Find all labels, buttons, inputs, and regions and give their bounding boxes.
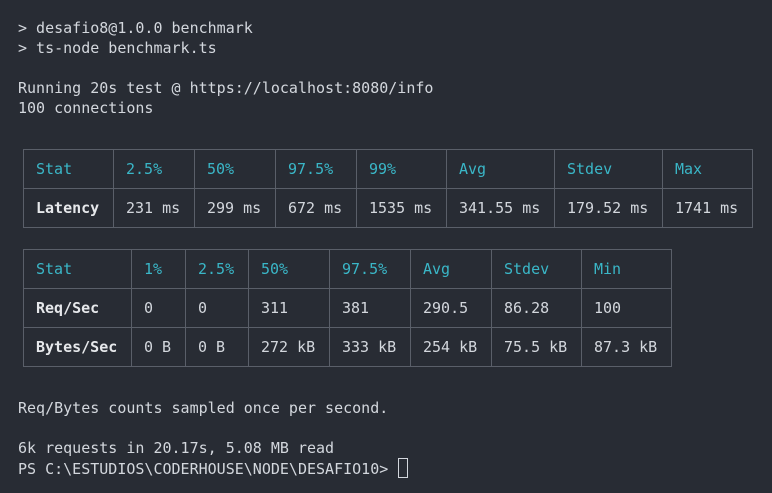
row-label: Latency — [23, 188, 114, 228]
npm-script-line: > desafio8@1.0.0 benchmark — [18, 19, 253, 37]
header-cell: Stdev — [491, 249, 582, 289]
test-info-line: Running 20s test @ https://localhost:808… — [18, 79, 434, 97]
table-cell: 311 — [248, 288, 330, 328]
table-cell: 672 ms — [275, 188, 357, 228]
table-cell: 341.55 ms — [446, 188, 555, 228]
prompt-path: PS C:\ESTUDIOS\CODERHOUSE\NODE\DESAFIO10… — [18, 460, 398, 478]
sampling-note: Req/Bytes counts sampled once per second… — [18, 399, 389, 417]
table-cell: 86.28 — [491, 288, 582, 328]
table-cell: 1535 ms — [356, 188, 447, 228]
table-cell: 290.5 — [410, 288, 492, 328]
table-header-row: Stat 2.5% 50% 97.5% 99% Avg Stdev Max — [23, 149, 753, 189]
header-cell: 99% — [356, 149, 447, 189]
table-row: Req/Sec 0 0 311 381 290.5 86.28 100 — [23, 288, 672, 328]
header-cell: 50% — [248, 249, 330, 289]
header-cell: 97.5% — [329, 249, 411, 289]
table-row: Bytes/Sec 0 B 0 B 272 kB 333 kB 254 kB 7… — [23, 327, 672, 367]
terminal-cursor — [398, 458, 409, 478]
header-cell: 50% — [194, 149, 276, 189]
throughput-table: Stat 1% 2.5% 50% 97.5% Avg Stdev Min Req… — [23, 249, 672, 367]
table-cell: 299 ms — [194, 188, 276, 228]
table-cell: 272 kB — [248, 327, 330, 367]
prompt-line[interactable]: PS C:\ESTUDIOS\CODERHOUSE\NODE\DESAFIO10… — [18, 458, 409, 478]
summary-line: 6k requests in 20.17s, 5.08 MB read — [18, 439, 335, 457]
latency-table: Stat 2.5% 50% 97.5% 99% Avg Stdev Max La… — [23, 149, 753, 228]
header-cell: Avg — [446, 149, 555, 189]
header-cell: 97.5% — [275, 149, 357, 189]
table-cell: 0 — [185, 288, 249, 328]
header-cell: Min — [581, 249, 672, 289]
table-cell: 0 — [131, 288, 186, 328]
table-row: Latency 231 ms 299 ms 672 ms 1535 ms 341… — [23, 188, 753, 228]
table-cell: 87.3 kB — [581, 327, 672, 367]
table-header-row: Stat 1% 2.5% 50% 97.5% Avg Stdev Min — [23, 249, 672, 289]
row-label: Req/Sec — [23, 288, 132, 328]
header-cell: Avg — [410, 249, 492, 289]
table-cell: 75.5 kB — [491, 327, 582, 367]
header-cell: Stat — [23, 149, 114, 189]
table-cell: 100 — [581, 288, 672, 328]
header-cell: Max — [662, 149, 753, 189]
table-cell: 333 kB — [329, 327, 411, 367]
table-cell: 0 B — [131, 327, 186, 367]
header-cell: 2.5% — [185, 249, 249, 289]
header-cell: 1% — [131, 249, 186, 289]
connections-line: 100 connections — [18, 99, 154, 117]
table-cell: 231 ms — [113, 188, 195, 228]
header-cell: Stdev — [554, 149, 663, 189]
table-cell: 0 B — [185, 327, 249, 367]
table-cell: 381 — [329, 288, 411, 328]
header-cell: 2.5% — [113, 149, 195, 189]
header-cell: Stat — [23, 249, 132, 289]
table-cell: 179.52 ms — [554, 188, 663, 228]
table-cell: 254 kB — [410, 327, 492, 367]
table-cell: 1741 ms — [662, 188, 753, 228]
row-label: Bytes/Sec — [23, 327, 132, 367]
command-line: > ts-node benchmark.ts — [18, 39, 217, 57]
